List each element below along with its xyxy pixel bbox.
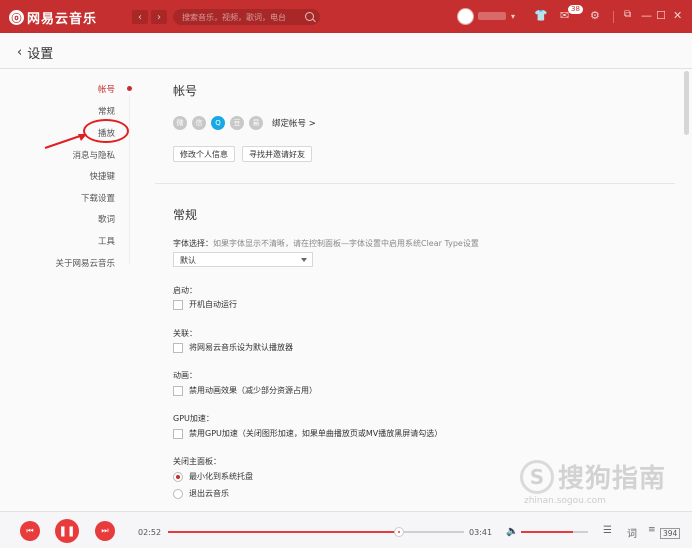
sidebar-item-lyrics[interactable]: 歌词 [98, 213, 115, 225]
gpu-checkbox[interactable]: 禁用GPU加速（关闭图形加速，如果单曲播放页或MV播放黑屏请勾选） [173, 428, 442, 439]
maximize-icon[interactable]: ☐ [656, 9, 666, 22]
font-label: 字体选择：如果字体显示不清晰，请在控制面板—字体设置中启用系统Clear Typ… [173, 239, 479, 248]
font-hint: 如果字体显示不清晰，请在控制面板—字体设置中启用系统Clear Type设置 [213, 239, 479, 248]
font-select-value: 默认 [180, 256, 196, 265]
checkbox-box[interactable] [173, 299, 183, 310]
title-bar: ⓞ 网易云音乐 ‹ › 搜索音乐，视频，歌词，电台 ▾ 👕 ✉ 38 ⚙ ⧉ —… [0, 0, 692, 33]
player-bar: ⏮ ❚❚ ⏭ 02:52 03:41 🔈 ☰ 词 ≡ 394 [0, 511, 692, 548]
message-badge: 38 [568, 5, 583, 14]
checkbox-box[interactable] [173, 428, 183, 439]
skin-icon[interactable]: 👕 [534, 9, 548, 22]
sidebar-track [129, 95, 130, 265]
app-logo[interactable]: ⓞ 网易云音乐 [9, 8, 97, 27]
volume-icon[interactable]: 🔈 [506, 526, 518, 537]
chevron-left-icon: ‹ [17, 45, 23, 60]
sogou-logo-icon: S [520, 459, 554, 494]
playlist-icon[interactable]: ≡ [648, 525, 656, 535]
gpu-option: 禁用GPU加速（关闭图形加速，如果单曲播放页或MV播放黑屏请勾选） [189, 429, 443, 438]
search-icon[interactable] [305, 12, 314, 21]
settings-content: 帐号 微 信 Q 豆 易 绑定帐号 > 修改个人信息 寻找并邀请好友 常规 字体… [155, 70, 683, 510]
back-arrow-icon[interactable]: ‹ [132, 10, 148, 24]
account-title: 帐号 [173, 84, 198, 98]
chevron-down-icon [301, 258, 307, 262]
page-title: 设置 [27, 47, 54, 62]
startup-label: 启动： [173, 286, 197, 295]
anim-label: 动画： [173, 371, 197, 380]
watermark: S 搜狗指南 [520, 458, 666, 495]
close-label: 关闭主面板： [173, 457, 221, 466]
gpu-label: GPU加速： [173, 414, 214, 423]
section-divider [155, 183, 675, 184]
general-title: 常规 [173, 208, 198, 222]
checkbox-box[interactable] [173, 342, 183, 353]
total-time: 03:41 [469, 528, 493, 537]
search-placeholder: 搜索音乐，视频，歌词，电台 [182, 13, 286, 22]
pause-icon[interactable]: ❚❚ [55, 519, 79, 543]
chevron-down-icon[interactable]: ▾ [511, 12, 515, 21]
qq-icon[interactable]: Q [211, 116, 225, 130]
search-input[interactable]: 搜索音乐，视频，歌词，电台 [173, 9, 320, 25]
sidebar-item-download[interactable]: 下载设置 [81, 192, 115, 204]
minimize-icon[interactable]: — [641, 9, 652, 22]
assoc-option: 将网易云音乐设为默认播放器 [189, 343, 293, 352]
progress-fill [168, 531, 399, 533]
forward-arrow-icon[interactable]: › [151, 10, 167, 24]
play-mode-icon[interactable]: ☰ [603, 525, 612, 536]
sidebar-item-hotkeys[interactable]: 快捷键 [89, 170, 115, 182]
netease-logo-icon: ⓞ [9, 10, 24, 25]
playlist-count[interactable]: 394 [660, 528, 681, 539]
assoc-checkbox[interactable]: 将网易云音乐设为默认播放器 [173, 342, 293, 353]
startup-checkbox[interactable]: 开机自动运行 [173, 299, 237, 310]
checkbox-box[interactable] [173, 385, 183, 396]
netease-icon[interactable]: 易 [249, 116, 263, 130]
wechat-icon[interactable]: 信 [192, 116, 206, 130]
font-select[interactable]: 默认 [173, 252, 313, 267]
avatar[interactable] [457, 8, 474, 25]
gear-icon[interactable]: ⚙ [590, 9, 600, 22]
highlight-circle [83, 119, 129, 143]
sidebar-item-tools[interactable]: 工具 [98, 235, 115, 247]
radio-button[interactable] [173, 488, 183, 499]
edit-info-button[interactable]: 修改个人信息 [173, 146, 235, 162]
close-radio-exit[interactable]: 退出云音乐 [173, 488, 229, 499]
anim-option: 禁用动画效果（减少部分资源占用） [189, 386, 317, 395]
watermark-text: 搜狗指南 [558, 464, 667, 494]
startup-option: 开机自动运行 [189, 300, 237, 309]
watermark-url: zhinan.sogou.com [524, 496, 606, 506]
active-indicator [127, 86, 132, 91]
douban-icon[interactable]: 豆 [230, 116, 244, 130]
scrollbar[interactable] [684, 71, 689, 135]
annotation-arrow-icon [44, 134, 87, 149]
weibo-icon[interactable]: 微 [173, 116, 187, 130]
page-header: ‹ 设置 [0, 33, 692, 69]
progress-bar[interactable] [168, 527, 464, 537]
sidebar-item-general[interactable]: 常规 [98, 105, 115, 117]
sidebar-item-account[interactable]: 帐号 [98, 83, 115, 95]
next-icon[interactable]: ⏭ [95, 521, 115, 541]
find-friends-button[interactable]: 寻找并邀请好友 [242, 146, 312, 162]
assoc-label: 关联： [173, 329, 197, 338]
lyrics-icon[interactable]: 词 [627, 525, 637, 540]
divider [613, 11, 614, 23]
radio-button[interactable] [173, 471, 183, 482]
volume-fill [521, 531, 574, 533]
social-accounts: 微 信 Q 豆 易 绑定帐号 > [173, 116, 316, 130]
volume-slider[interactable] [521, 531, 588, 533]
username[interactable] [478, 12, 506, 20]
anim-checkbox[interactable]: 禁用动画效果（减少部分资源占用） [173, 385, 317, 396]
current-time: 02:52 [138, 528, 162, 537]
close-radio-minimize[interactable]: 最小化到系统托盘 [173, 471, 253, 482]
sidebar-item-about[interactable]: 关于网易云音乐 [55, 257, 115, 269]
back-button[interactable]: ‹ 设置 [17, 43, 53, 62]
previous-icon[interactable]: ⏮ [20, 521, 40, 541]
progress-knob[interactable] [393, 527, 404, 537]
close-opt2: 退出云音乐 [189, 489, 229, 498]
close-icon[interactable]: ✕ [673, 9, 682, 22]
app-name: 网易云音乐 [27, 12, 98, 27]
mini-mode-icon[interactable]: ⧉ [624, 9, 631, 20]
bind-account-link[interactable]: 绑定帐号 > [272, 117, 316, 129]
close-opt1: 最小化到系统托盘 [189, 472, 253, 481]
